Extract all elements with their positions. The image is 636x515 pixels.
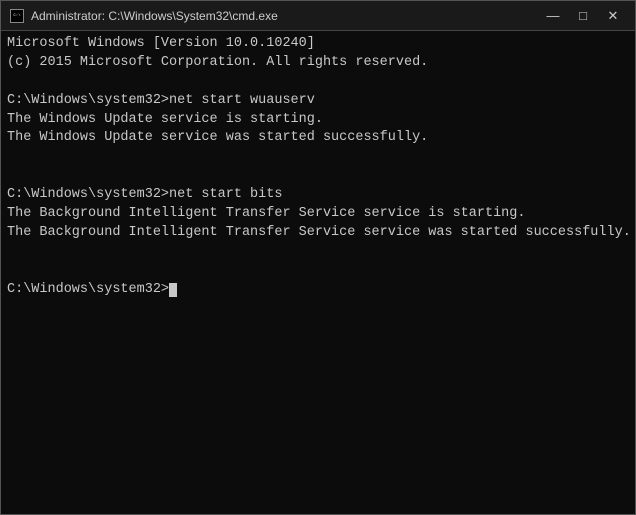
- terminal-output: Microsoft Windows [Version 10.0.10240] (…: [7, 35, 629, 299]
- window-title: Administrator: C:\Windows\System32\cmd.e…: [31, 9, 278, 23]
- cursor: [169, 283, 177, 297]
- cmd-app-icon: [9, 8, 25, 24]
- minimize-button[interactable]: —: [539, 6, 567, 26]
- terminal-body[interactable]: Microsoft Windows [Version 10.0.10240] (…: [1, 31, 635, 514]
- title-bar: Administrator: C:\Windows\System32\cmd.e…: [1, 1, 635, 31]
- maximize-button[interactable]: □: [569, 6, 597, 26]
- close-button[interactable]: ✕: [599, 6, 627, 26]
- window-controls: — □ ✕: [539, 6, 627, 26]
- title-bar-left: Administrator: C:\Windows\System32\cmd.e…: [9, 8, 278, 24]
- cmd-window: Administrator: C:\Windows\System32\cmd.e…: [0, 0, 636, 515]
